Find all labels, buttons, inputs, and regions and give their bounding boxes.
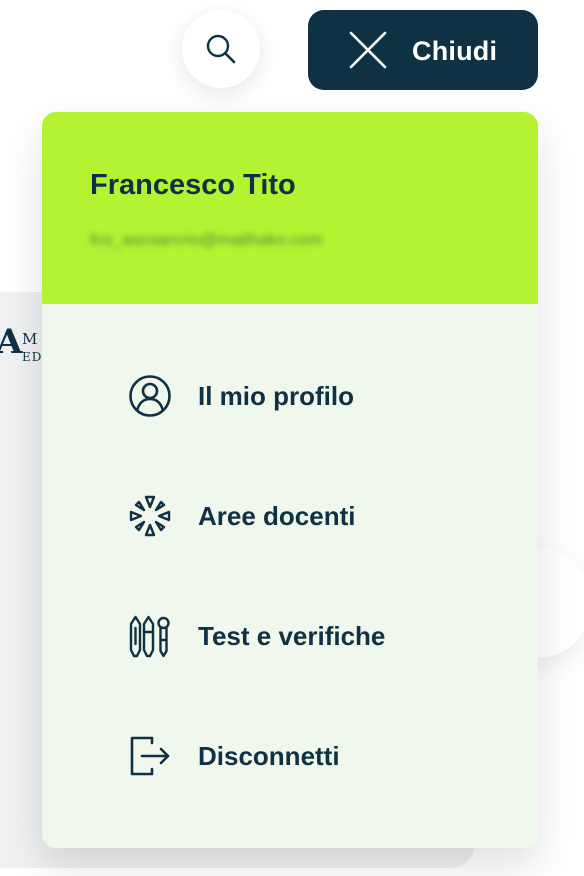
menu-item-label: Il mio profilo [198,381,354,411]
teacher-area-icon [129,495,171,537]
tests-icon [129,615,170,658]
user-dropdown-menu: Francesco Tito fco_ascoarcrio@mailhako.c… [42,112,538,848]
menu-item-teacher-areas[interactable]: Aree docenti [128,486,508,546]
logo-letter: A [0,322,22,362]
user-name: Francesco Tito [90,169,296,201]
user-info-header: Francesco Tito fco_ascoarcrio@mailhako.c… [42,112,538,304]
close-button[interactable]: Chiudi [308,10,538,90]
menu-item-label: Disconnetti [198,741,340,771]
close-button-label: Chiudi [412,36,498,66]
menu-item-logout[interactable]: Disconnetti [128,726,508,786]
close-icon [349,31,387,69]
menu-item-tests[interactable]: Test e verifiche [128,606,508,666]
logo-text-top: M [22,330,38,348]
search-button[interactable] [182,10,260,88]
search-icon [206,34,236,64]
logo-text-bottom: ED [22,350,43,364]
menu-item-label: Aree docenti [198,501,356,531]
logout-icon [130,736,170,776]
menu-item-label: Test e verifiche [198,621,386,651]
user-profile-icon [129,375,171,417]
user-email: fco_ascoarcrio@mailhako.com [90,230,323,249]
menu-item-profile[interactable]: Il mio profilo [128,366,508,426]
